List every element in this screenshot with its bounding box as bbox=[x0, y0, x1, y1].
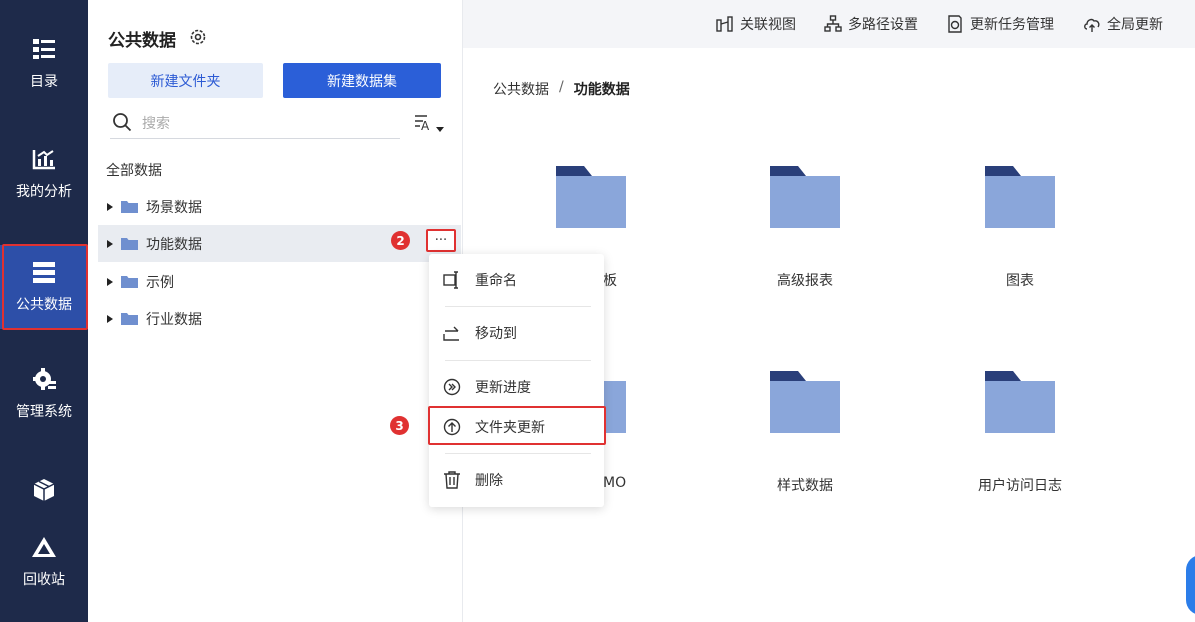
trash-icon bbox=[444, 471, 460, 489]
breadcrumb-separator: / bbox=[559, 79, 564, 95]
menu-divider bbox=[445, 360, 591, 361]
rename-icon bbox=[443, 271, 458, 289]
expand-arrow-icon[interactable] bbox=[107, 239, 113, 248]
nav-item-my-analysis[interactable]: 我的分析 bbox=[0, 132, 88, 216]
multipath-label: 多路径设置 bbox=[848, 17, 918, 33]
menu-label-update-progress: 更新进度 bbox=[475, 380, 531, 396]
related-view-label: 关联视图 bbox=[740, 17, 796, 33]
cloud-update-icon bbox=[1084, 18, 1100, 32]
menu-divider bbox=[445, 453, 591, 454]
new-dataset-button[interactable]: 新建数据集 bbox=[283, 63, 441, 98]
menu-label-move-to: 移动到 bbox=[475, 326, 517, 342]
tree-item-scene-data[interactable]: 场景数据 bbox=[98, 188, 461, 225]
menu-item-rename[interactable]: 重命名 bbox=[429, 262, 604, 298]
menu-item-delete[interactable]: 删除 bbox=[429, 462, 604, 498]
nav-label-catalog: 目录 bbox=[30, 74, 58, 90]
tree-item-industry-data[interactable]: 行业数据 bbox=[98, 300, 461, 337]
floating-helper-button[interactable] bbox=[1186, 555, 1195, 615]
nav-label-my-analysis: 我的分析 bbox=[16, 184, 72, 200]
move-to-icon bbox=[443, 326, 459, 341]
global-update-label: 全局更新 bbox=[1107, 17, 1163, 33]
new-folder-button[interactable]: 新建文件夹 bbox=[108, 63, 263, 98]
folder-card[interactable]: 高级报表 bbox=[735, 166, 875, 306]
folder-label: 用户访问日志 bbox=[978, 478, 1062, 494]
expand-arrow-icon[interactable] bbox=[107, 202, 113, 211]
recycle-icon bbox=[31, 535, 57, 559]
nav-item-admin[interactable]: 管理系统 bbox=[0, 352, 88, 436]
step-badge-3: 3 bbox=[390, 416, 409, 435]
menu-divider bbox=[445, 306, 591, 307]
update-task-icon bbox=[948, 15, 962, 33]
breadcrumb-root[interactable]: 公共数据 bbox=[493, 79, 549, 99]
folder-icon bbox=[770, 166, 840, 228]
toolbar: 关联视图 多路径设置 更新任务管理 全局更新 bbox=[463, 0, 1195, 48]
related-view-button[interactable]: 关联视图 bbox=[716, 14, 796, 34]
highlight-folder-update bbox=[428, 406, 606, 445]
svg-text:A: A bbox=[421, 119, 430, 133]
folder-label: 样式数据 bbox=[777, 478, 833, 494]
cube-icon bbox=[31, 478, 57, 502]
tree-item-label: 功能数据 bbox=[146, 236, 202, 253]
left-nav: 目录 我的分析 公共数据 管理系统 回收站 bbox=[0, 0, 114, 622]
admin-gear-icon bbox=[31, 367, 57, 391]
folder-icon bbox=[556, 166, 626, 228]
expand-arrow-icon[interactable] bbox=[107, 277, 113, 286]
folder-icon bbox=[121, 276, 138, 288]
folder-icon bbox=[985, 371, 1055, 433]
search-icon bbox=[112, 112, 132, 136]
nav-label-recycle: 回收站 bbox=[23, 572, 65, 588]
folder-icon bbox=[985, 166, 1055, 228]
menu-item-move-to[interactable]: 移动到 bbox=[429, 315, 604, 351]
expand-arrow-icon[interactable] bbox=[107, 314, 113, 323]
tree-item-label: 示例 bbox=[146, 274, 174, 291]
update-task-label: 更新任务管理 bbox=[970, 17, 1054, 33]
folder-icon bbox=[770, 371, 840, 433]
update-progress-icon bbox=[443, 378, 461, 396]
folder-label: 高级报表 bbox=[777, 273, 833, 289]
multipath-icon bbox=[824, 15, 842, 32]
folder-icon bbox=[121, 238, 138, 250]
nav-item-catalog[interactable]: 目录 bbox=[0, 22, 88, 106]
nav-item-recycle[interactable]: 回收站 bbox=[0, 520, 88, 604]
update-task-button[interactable]: 更新任务管理 bbox=[946, 14, 1054, 34]
folder-icon bbox=[121, 313, 138, 325]
tree-item-example[interactable]: 示例 bbox=[98, 263, 461, 300]
global-update-button[interactable]: 全局更新 bbox=[1083, 14, 1163, 34]
folder-icon bbox=[121, 201, 138, 213]
search-placeholder: 搜索 bbox=[142, 116, 170, 132]
folder-card[interactable]: 样式数据 bbox=[735, 371, 875, 511]
catalog-icon bbox=[31, 37, 57, 61]
sort-icon[interactable]: A bbox=[414, 113, 444, 135]
app-root: 目录 我的分析 公共数据 管理系统 回收站 公共数据 新建文件夹 新建数据集 搜… bbox=[0, 0, 1195, 622]
menu-label-delete: 删除 bbox=[475, 473, 503, 489]
tree-item-label: 行业数据 bbox=[146, 311, 202, 328]
analysis-icon bbox=[31, 147, 57, 171]
folder-card[interactable]: 用户访问日志 bbox=[950, 371, 1090, 511]
more-options-button[interactable]: ··· bbox=[426, 229, 456, 252]
highlight-public-data bbox=[2, 244, 88, 330]
context-menu: 重命名 移动到 更新进度 文件夹更新 删除 bbox=[429, 254, 604, 507]
menu-item-update-progress[interactable]: 更新进度 bbox=[429, 369, 604, 405]
breadcrumb: 公共数据 / 功能数据 bbox=[493, 79, 630, 99]
settings-gear-icon[interactable] bbox=[189, 28, 207, 46]
step-badge-2: 2 bbox=[391, 231, 410, 250]
breadcrumb-current: 功能数据 bbox=[573, 82, 630, 98]
tree-item-label: 场景数据 bbox=[146, 199, 202, 216]
search-field[interactable]: 搜索 bbox=[110, 108, 400, 139]
nav-label-admin: 管理系统 bbox=[16, 404, 72, 420]
folder-card[interactable]: 图表 bbox=[950, 166, 1090, 306]
related-view-icon bbox=[716, 16, 733, 32]
tree-title: 公共数据 bbox=[108, 31, 176, 51]
nav-item-cube[interactable] bbox=[0, 470, 88, 510]
menu-label-rename: 重命名 bbox=[475, 273, 517, 289]
all-data-label: 全部数据 bbox=[106, 163, 162, 179]
folder-label: 图表 bbox=[1006, 273, 1034, 289]
multipath-button[interactable]: 多路径设置 bbox=[824, 14, 918, 34]
tree-panel: 公共数据 新建文件夹 新建数据集 搜索 A 全部数据 场景数据 功能数据 示例 … bbox=[88, 0, 463, 622]
